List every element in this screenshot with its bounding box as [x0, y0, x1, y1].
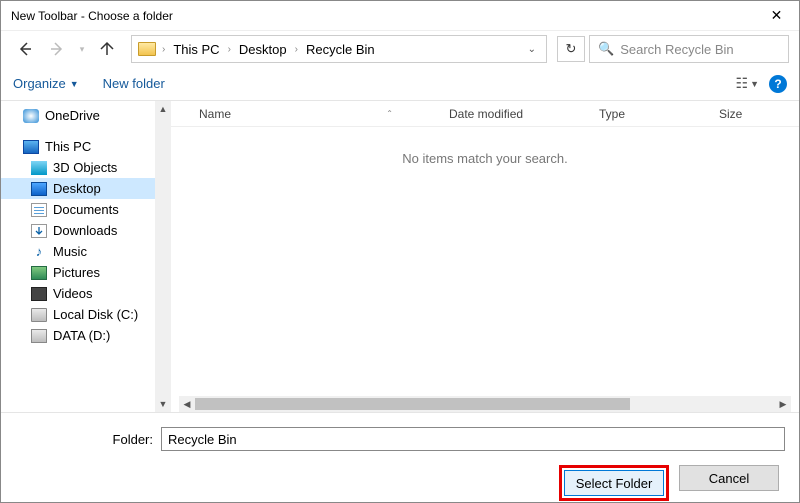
highlight-annotation: Select Folder — [559, 465, 669, 501]
tree-label: Pictures — [53, 265, 100, 280]
column-headers: Name ⌃ Date modified Type Size — [171, 101, 799, 127]
tree-item-downloads[interactable]: Downloads — [1, 220, 171, 241]
nav-tree: OneDrive This PC 3D Objects Desktop Docu… — [1, 101, 171, 412]
videos-icon — [31, 287, 47, 301]
sort-indicator-icon: ⌃ — [386, 109, 393, 118]
drive-icon — [31, 329, 47, 343]
tree-item-videos[interactable]: Videos — [1, 283, 171, 304]
tree-label: This PC — [45, 139, 91, 154]
close-icon: ✕ — [771, 7, 783, 24]
view-options-button[interactable]: ☷ ▼ — [736, 75, 759, 92]
3d-objects-icon — [31, 161, 47, 175]
file-list-pane: Name ⌃ Date modified Type Size No items … — [171, 101, 799, 412]
cancel-button[interactable]: Cancel — [679, 465, 779, 491]
column-size[interactable]: Size — [711, 107, 761, 121]
scroll-down-icon[interactable]: ▼ — [155, 396, 171, 412]
tree-label: 3D Objects — [53, 160, 117, 175]
tree-item-pictures[interactable]: Pictures — [1, 262, 171, 283]
scroll-up-icon[interactable]: ▲ — [155, 101, 171, 117]
tree-label: Videos — [53, 286, 93, 301]
this-pc-icon — [23, 140, 39, 154]
breadcrumb-recycle-bin[interactable]: Recycle Bin — [304, 42, 377, 57]
chevron-right-icon: › — [293, 44, 300, 55]
body: OneDrive This PC 3D Objects Desktop Docu… — [1, 101, 799, 412]
tree-item-local-disk-c[interactable]: Local Disk (C:) — [1, 304, 171, 325]
desktop-icon — [31, 182, 47, 196]
empty-list-message: No items match your search. — [171, 127, 799, 166]
back-button[interactable] — [11, 35, 39, 63]
tree-item-3d-objects[interactable]: 3D Objects — [1, 157, 171, 178]
tree-scrollbar[interactable]: ▲ ▼ — [155, 101, 171, 412]
folder-input[interactable] — [161, 427, 785, 451]
search-input[interactable]: 🔍 Search Recycle Bin — [589, 35, 789, 63]
organize-label: Organize — [13, 76, 66, 91]
folder-label: Folder: — [15, 432, 153, 447]
refresh-button[interactable]: ↻ — [557, 36, 585, 62]
onedrive-icon — [23, 109, 39, 123]
organize-menu[interactable]: Organize ▼ — [13, 76, 79, 91]
forward-button[interactable] — [43, 35, 71, 63]
column-type[interactable]: Type — [591, 107, 711, 121]
tree-label: Desktop — [53, 181, 101, 196]
folder-icon — [138, 42, 156, 56]
folder-row: Folder: — [15, 427, 785, 451]
toolbar: Organize ▼ New folder ☷ ▼ ? — [1, 67, 799, 101]
help-button[interactable]: ? — [769, 75, 787, 93]
refresh-icon: ↻ — [566, 41, 577, 57]
tree-label: Documents — [53, 202, 119, 217]
breadcrumb-this-pc[interactable]: This PC — [171, 42, 221, 57]
titlebar: New Toolbar - Choose a folder ✕ — [1, 1, 799, 31]
column-date-modified[interactable]: Date modified — [441, 107, 591, 121]
dialog-window: New Toolbar - Choose a folder ✕ ▾ › This… — [0, 0, 800, 503]
tree-item-this-pc[interactable]: This PC — [1, 136, 171, 157]
drive-icon — [31, 308, 47, 322]
nav-bar: ▾ › This PC › Desktop › Recycle Bin ⌄ ↻ … — [1, 31, 799, 67]
address-dropdown[interactable]: ⌄ — [524, 44, 540, 55]
window-title: New Toolbar - Choose a folder — [11, 9, 754, 23]
downloads-icon — [31, 224, 47, 238]
tree-label: DATA (D:) — [53, 328, 110, 343]
arrow-right-icon — [49, 41, 65, 57]
view-icon: ☷ — [736, 75, 749, 92]
tree-label: Local Disk (C:) — [53, 307, 138, 322]
scroll-thumb[interactable] — [195, 398, 630, 410]
help-icon: ? — [774, 77, 781, 91]
tree-item-desktop[interactable]: Desktop — [1, 178, 171, 199]
recent-dropdown[interactable]: ▾ — [75, 35, 89, 63]
search-placeholder: Search Recycle Bin — [620, 42, 733, 57]
tree-item-onedrive[interactable]: OneDrive — [1, 105, 171, 126]
tree-label: Downloads — [53, 223, 117, 238]
tree-item-documents[interactable]: Documents — [1, 199, 171, 220]
tree-item-music[interactable]: ♪ Music — [1, 241, 171, 262]
new-folder-button[interactable]: New folder — [103, 76, 165, 91]
list-h-scrollbar[interactable]: ◀ ▶ — [179, 396, 791, 412]
address-bar[interactable]: › This PC › Desktop › Recycle Bin ⌄ — [131, 35, 547, 63]
music-icon: ♪ — [31, 245, 47, 259]
arrow-up-icon — [99, 41, 115, 57]
tree-label: Music — [53, 244, 87, 259]
search-icon: 🔍 — [598, 41, 614, 57]
chevron-right-icon: › — [226, 44, 233, 55]
up-button[interactable] — [93, 35, 121, 63]
breadcrumb-desktop[interactable]: Desktop — [237, 42, 289, 57]
scroll-left-icon[interactable]: ◀ — [179, 396, 195, 412]
select-folder-button[interactable]: Select Folder — [564, 470, 664, 496]
scroll-track[interactable] — [195, 396, 775, 412]
chevron-down-icon: ▼ — [70, 79, 79, 89]
column-label: Name — [199, 107, 231, 121]
scroll-right-icon[interactable]: ▶ — [775, 396, 791, 412]
arrow-left-icon — [17, 41, 33, 57]
chevron-down-icon: ▼ — [750, 79, 759, 89]
button-row: Select Folder Cancel — [15, 465, 785, 501]
column-name[interactable]: Name ⌃ — [191, 107, 441, 121]
footer: Folder: Select Folder Cancel — [1, 412, 799, 502]
close-button[interactable]: ✕ — [754, 1, 799, 31]
tree-label: OneDrive — [45, 108, 100, 123]
pictures-icon — [31, 266, 47, 280]
tree-item-data-d[interactable]: DATA (D:) — [1, 325, 171, 346]
documents-icon — [31, 203, 47, 217]
chevron-right-icon: › — [160, 44, 167, 55]
